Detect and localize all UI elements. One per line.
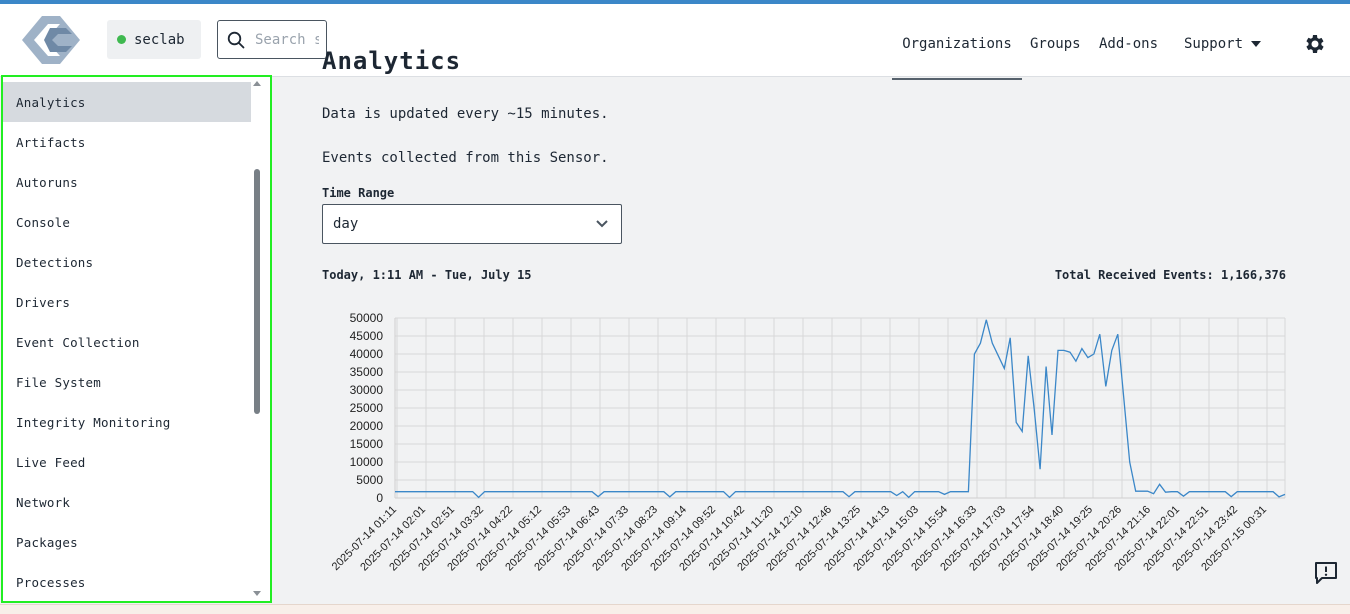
sidebar-item-label: Console [16, 214, 71, 230]
y-tick-label: 45000 [350, 329, 384, 343]
sidebar-item-label: File System [16, 374, 101, 390]
y-tick-label: 40000 [350, 347, 384, 361]
nav-addons-label: Add-ons [1099, 36, 1159, 52]
sensor-sidebar: Analytics Artifacts Autoruns Console Det… [1, 75, 272, 603]
time-range-label: Time Range [322, 186, 395, 200]
sidebar-item-label: Drivers [16, 294, 71, 310]
page-title: Analytics [322, 47, 462, 75]
y-tick-label: 10000 [350, 455, 384, 469]
nav-support-label: Support [1184, 36, 1244, 52]
sidebar-item-detections[interactable]: Detections [3, 242, 251, 282]
sidebar-item-file-system[interactable]: File System [3, 362, 251, 402]
y-tick-label: 5000 [356, 473, 383, 487]
sidebar-item-label: Integrity Monitoring [16, 414, 171, 430]
y-tick-label: 35000 [350, 365, 384, 379]
sensor-search[interactable] [217, 20, 327, 59]
sidebar-item-artifacts[interactable]: Artifacts [3, 122, 251, 162]
sidebar-item-label: Detections [16, 254, 94, 270]
sidebar-item-integrity-monitoring[interactable]: Integrity Monitoring [3, 402, 251, 442]
sidebar-item-label: Packages [16, 534, 78, 550]
sidebar-item-autoruns[interactable]: Autoruns [3, 162, 251, 202]
time-range-select[interactable]: day [322, 204, 622, 244]
time-range-value: day [333, 216, 359, 232]
y-tick-label: 15000 [350, 437, 384, 451]
limacharlie-logo[interactable] [20, 14, 82, 66]
sidebar-item-event-collection[interactable]: Event Collection [3, 322, 251, 362]
scroll-up-arrow[interactable] [253, 81, 261, 86]
scroll-down-arrow[interactable] [253, 591, 261, 596]
y-tick-label: 20000 [350, 419, 384, 433]
top-header: seclab Organizations Groups Add-ons Supp… [0, 4, 1350, 80]
org-name: seclab [134, 31, 185, 48]
date-range-text: Today, 1:11 AM - Tue, July 15 [322, 268, 532, 282]
chevron-down-icon [1251, 41, 1262, 47]
y-tick-label: 25000 [350, 401, 384, 415]
search-icon [227, 31, 245, 48]
feedback-icon[interactable] [1313, 560, 1339, 586]
sidebar-item-label: Processes [16, 574, 86, 590]
sidebar-item-label: Network [16, 494, 71, 510]
nav-groups[interactable]: Groups [1030, 8, 1081, 80]
nav-addons[interactable]: Add-ons [1099, 8, 1158, 80]
sidebar-item-drivers[interactable]: Drivers [3, 282, 251, 322]
update-note: Data is updated every ~15 minutes. [322, 106, 609, 122]
sidebar-item-label: Autoruns [16, 174, 78, 190]
sidebar-scrollbar[interactable] [251, 77, 269, 601]
sidebar-item-analytics[interactable]: Analytics [3, 82, 251, 122]
sidebar-item-packages[interactable]: Packages [3, 522, 251, 562]
nav-organizations-label: Organizations [902, 36, 1012, 52]
nav-organizations[interactable]: Organizations [892, 8, 1022, 80]
nav-groups-label: Groups [1030, 36, 1081, 52]
nav-support[interactable]: Support [1184, 8, 1262, 80]
sidebar-item-console[interactable]: Console [3, 202, 251, 242]
events-line-chart: 0 5000 10000 15000 20000 25000 30000 35000 40000… [330, 311, 1286, 574]
gear-icon[interactable] [1302, 32, 1326, 56]
org-selector[interactable]: seclab [107, 20, 201, 59]
search-input[interactable] [253, 30, 321, 49]
chevron-down-icon [596, 220, 608, 228]
sidebar-list: Analytics Artifacts Autoruns Console Det… [3, 77, 251, 601]
y-tick-label: 50000 [350, 311, 384, 325]
sidebar-item-network[interactable]: Network [3, 482, 251, 522]
sidebar-scroll-thumb[interactable] [254, 169, 260, 414]
sidebar-item-label: Analytics [16, 94, 86, 110]
org-status-dot [117, 35, 126, 44]
sidebar-item-label: Artifacts [16, 134, 86, 150]
events-note: Events collected from this Sensor. [322, 150, 609, 166]
sidebar-item-label: Event Collection [16, 334, 140, 350]
total-events-text: Total Received Events: 1,166,376 [1054, 268, 1286, 282]
sidebar-item-processes[interactable]: Processes [3, 562, 251, 601]
sidebar-item-label: Live Feed [16, 454, 86, 470]
sidebar-item-live-feed[interactable]: Live Feed [3, 442, 251, 482]
y-tick-label: 30000 [350, 383, 384, 397]
y-tick-label: 0 [376, 491, 383, 505]
